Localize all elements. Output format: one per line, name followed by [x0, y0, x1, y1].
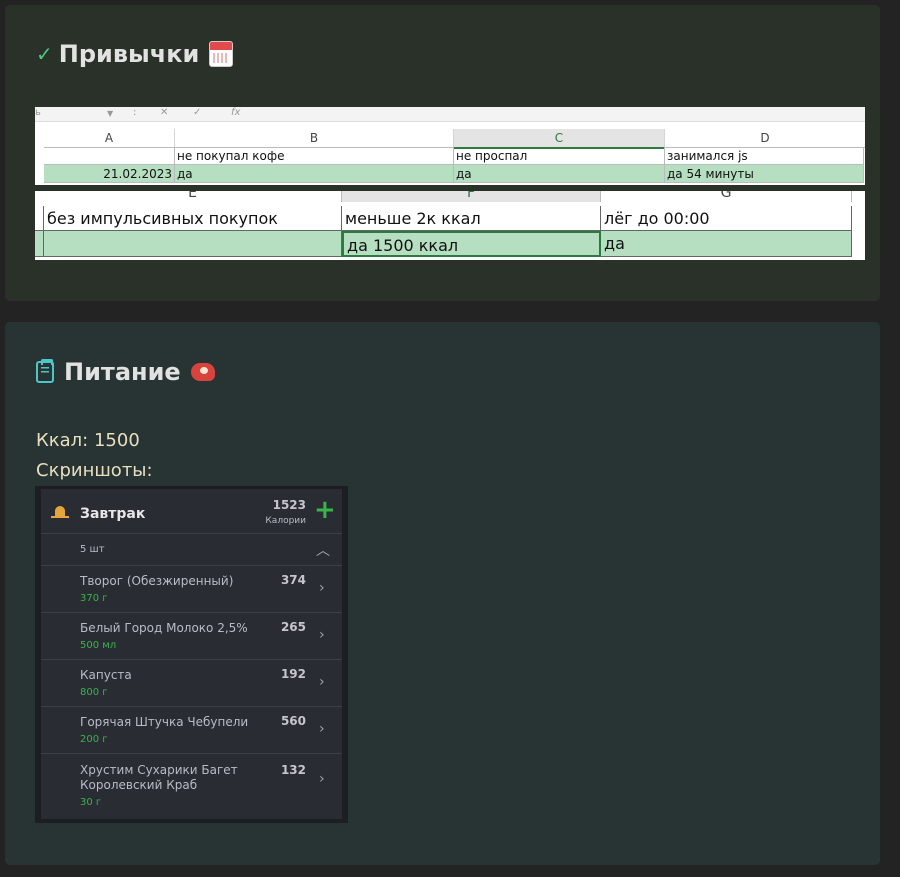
- food-item-kcal: 374: [280, 573, 306, 587]
- food-item-kcal: 560: [280, 714, 306, 728]
- cell-c1: не проспал: [454, 147, 665, 165]
- row-gutter: [35, 206, 44, 231]
- food-item: Горячая Штучка Чебупели 200 г 560 ›: [41, 707, 342, 754]
- column-header-b: B: [175, 129, 454, 148]
- meal-screenshot: Завтрак 1523 Калории + 5 шт ︿ Творог (Об…: [35, 486, 348, 823]
- cell-g1: лёг до 00:00: [601, 206, 852, 231]
- habits-sheet-image-bottom: E F G без импульсивных покупок меньше 2к…: [35, 191, 865, 260]
- cell-d2: да 54 минуты: [665, 165, 864, 183]
- food-item: Капуста 800 г 192 ›: [41, 660, 342, 707]
- fx-icon: fx: [231, 107, 241, 118]
- meal-name: Завтрак: [80, 506, 146, 522]
- cell-e1: без импульсивных покупок: [44, 206, 342, 231]
- habits-sheet-image-top: ь ▼ : ✕ ✓ fx A B C D не покупал кофе не …: [35, 107, 865, 185]
- cell-e2: [44, 231, 342, 257]
- cell-b1: не покупал кофе: [175, 147, 454, 165]
- food-item-amount: 200 г: [80, 734, 108, 745]
- sunrise-icon: [51, 502, 69, 518]
- chevron-right-icon: ›: [319, 627, 325, 643]
- cell-a2: 21.02.2023: [44, 165, 175, 183]
- food-item-name: Капуста: [80, 668, 132, 682]
- column-header-c: C: [454, 129, 665, 149]
- food-item-amount: 500 мл: [80, 640, 117, 651]
- screenshots-label: Скриншоты:: [36, 460, 153, 481]
- food-item-amount: 370 г: [80, 593, 108, 604]
- meal-header: Завтрак 1523 Калории +: [41, 489, 342, 534]
- column-header-f: F: [342, 191, 601, 202]
- habits-heading: ✓ Привычки: [36, 40, 234, 68]
- food-item: Белый Город Молоко 2,5% 500 мл 265 ›: [41, 613, 342, 660]
- chevron-up-icon: ︿: [316, 543, 330, 559]
- meal-card: Завтрак 1523 Калории + 5 шт ︿ Творог (Об…: [41, 489, 342, 819]
- cell-f2: да 1500 ккал: [342, 231, 601, 257]
- food-heading: Питание: [36, 358, 215, 386]
- clipboard-icon: [36, 359, 54, 383]
- column-header-d: D: [665, 129, 865, 148]
- cell-c2: да: [454, 165, 665, 183]
- cell-d1: занимался js: [665, 147, 864, 165]
- column-header-g: G: [601, 191, 852, 202]
- formula-bar: ь ▼ : ✕ ✓ fx: [35, 107, 865, 122]
- meal-total-label: Калории: [265, 516, 306, 526]
- food-item: Творог (Обезжиренный) 370 г 374 ›: [41, 566, 342, 613]
- chevron-right-icon: ›: [319, 771, 325, 787]
- meat-icon: [190, 363, 215, 381]
- calendar-icon: [209, 41, 234, 67]
- cell-b2: да: [175, 165, 454, 183]
- dropdown-icon: ▼: [107, 109, 114, 118]
- food-item-amount: 30 г: [80, 797, 102, 808]
- food-item-kcal: 132: [280, 763, 306, 777]
- confirm-icon: ✓: [193, 107, 202, 118]
- food-item-name: Белый Город Молоко 2,5%: [80, 621, 248, 635]
- habits-title: Привычки: [58, 40, 200, 68]
- row-gutter-2: [35, 231, 44, 257]
- meal-count-row: 5 шт ︿: [41, 534, 342, 566]
- cell-g2: да: [601, 231, 852, 257]
- food-title: Питание: [64, 358, 181, 386]
- cell-f1: меньше 2к ккал: [342, 206, 601, 231]
- formula-separator: :: [133, 107, 137, 118]
- column-header-a: A: [44, 129, 175, 148]
- food-item-amount: 800 г: [80, 687, 108, 698]
- chevron-right-icon: ›: [319, 674, 325, 690]
- cell-a1: [44, 147, 175, 165]
- chevron-right-icon: ›: [319, 721, 325, 737]
- meal-total: 1523: [272, 498, 306, 512]
- food-item-name: Хрустим Сухарики Багет: [80, 763, 238, 777]
- food-item-name: Горячая Штучка Чебупели: [80, 715, 249, 729]
- kcal-text: Ккал: 1500: [36, 430, 140, 451]
- checkmark-icon: ✓: [36, 42, 53, 66]
- food-item-kcal: 265: [280, 620, 306, 634]
- food-item: Хрустим Сухарики Багет Королевский Краб …: [41, 754, 342, 818]
- column-header-e: E: [44, 191, 342, 202]
- name-box: ь: [35, 107, 41, 118]
- meal-count: 5 шт: [80, 544, 105, 555]
- food-item-kcal: 192: [280, 667, 306, 681]
- add-food-icon: +: [314, 495, 336, 525]
- food-item-name-line2: Королевский Краб: [80, 778, 198, 792]
- cancel-icon: ✕: [160, 107, 169, 118]
- food-item-name: Творог (Обезжиренный): [80, 574, 234, 588]
- chevron-right-icon: ›: [319, 580, 325, 596]
